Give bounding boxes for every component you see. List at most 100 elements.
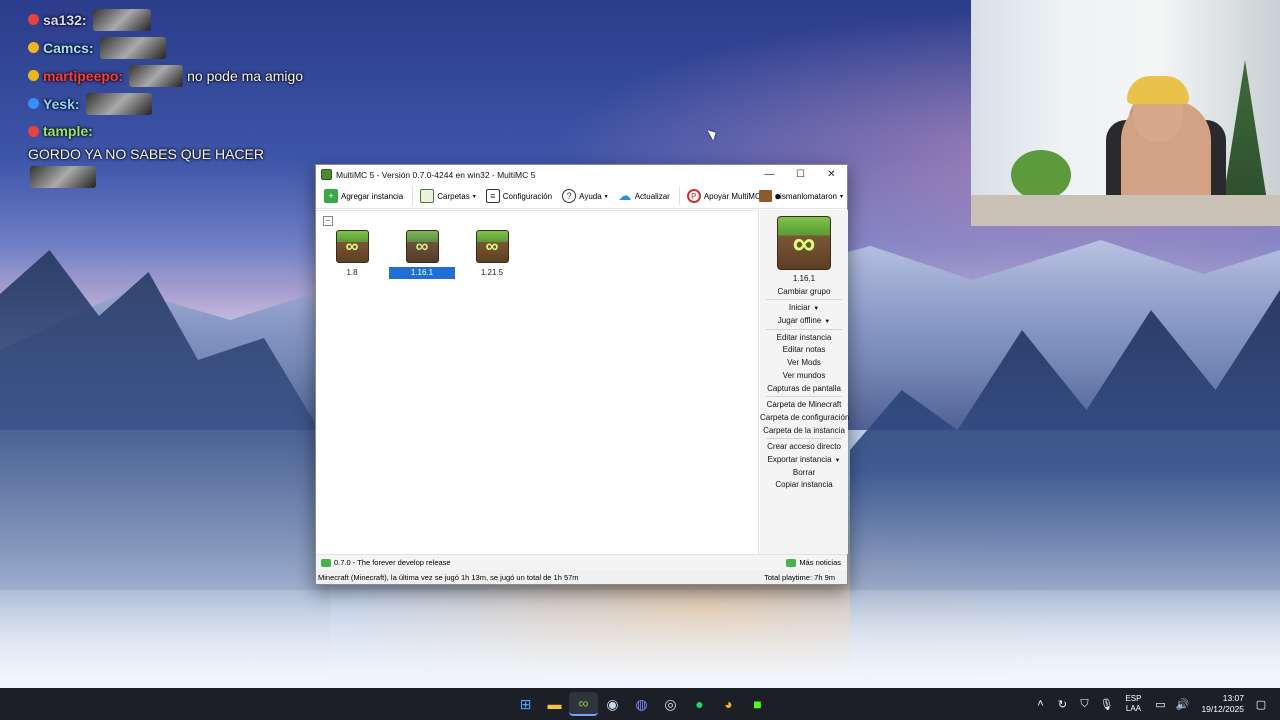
chat-badge-icon [28, 126, 39, 137]
screenshots-button[interactable]: Capturas de pantalla [760, 383, 848, 396]
help-icon: ? [562, 189, 577, 203]
chat-badge-icon [28, 98, 39, 109]
instance-item-selected[interactable]: ∞ 1.16.1 [389, 230, 455, 282]
language-code: ESP [1125, 694, 1142, 703]
instance-name: 1.8 [346, 268, 358, 277]
help-button[interactable]: ? Ayuda ▾ [558, 186, 612, 206]
maximize-button[interactable]: ☐ [785, 165, 816, 184]
taskbar-apps: ⊞ ▬ ∞ ◉ ◍ ◎ ● ◕ ■ [511, 692, 772, 716]
network-icon[interactable]: ▭ [1149, 698, 1171, 711]
defender-icon[interactable]: ⛉ [1073, 698, 1095, 711]
export-instance-button[interactable]: Exportar instancia ▼ [760, 454, 848, 467]
chat-message: Camcs: [28, 36, 328, 59]
group-collapse-toggle[interactable]: − [323, 216, 333, 226]
help-label: Ayuda [579, 191, 602, 201]
kick-icon[interactable]: ■ [743, 692, 772, 716]
notifications-icon[interactable]: ▢ [1250, 698, 1272, 711]
instance-icon[interactable]: ∞ [777, 216, 831, 270]
launch-label: Iniciar [788, 303, 811, 313]
chat-text: GORDO YA NO SABES QUE HACER [28, 146, 264, 162]
more-news-label: Más noticias [799, 558, 841, 567]
sync-icon[interactable]: ↻ [1051, 698, 1073, 711]
chat-username: tample: [43, 123, 93, 139]
launch-button[interactable]: Iniciar ▼ [760, 302, 848, 315]
view-worlds-button[interactable]: Ver mundos [760, 370, 848, 383]
main-toolbar: + Agregar instancia Carpetas ▾ ≡ Configu… [316, 184, 847, 209]
webcam-feed [971, 0, 1280, 226]
instance-list[interactable]: − ∞ 1.8 ∞ 1.16.1 ∞ 1.21.5 [316, 210, 759, 554]
microphone-icon[interactable]: 🎙 [1095, 698, 1117, 711]
emote-icon [85, 92, 152, 115]
minecraft-folder-button[interactable]: Carpeta de Minecraft [760, 399, 848, 412]
news-bar: 0.7.0 - The forever develop release Más … [316, 554, 847, 570]
add-instance-button[interactable]: + Agregar instancia [320, 186, 407, 206]
folder-icon [420, 189, 435, 203]
chat-badge-icon [28, 14, 39, 25]
multimc-window: MultiMC 5 - Versión 0.7.0-4244 en win32 … [315, 164, 849, 585]
add-instance-label: Agregar instancia [341, 191, 404, 201]
volume-icon[interactable]: 🔊 [1171, 698, 1193, 711]
chevron-down-icon: ▾ [604, 193, 608, 200]
instance-folder-button[interactable]: Carpeta de la instancia [760, 425, 848, 438]
support-button[interactable]: P Apoyar MultiMC [683, 186, 765, 206]
cloud-update-icon: ☁ [618, 188, 632, 203]
clock-time: 13:07 [1222, 693, 1244, 703]
instance-item[interactable]: ∞ 1.8 [319, 230, 385, 282]
infinity-icon: ∞ [405, 230, 439, 263]
language-indicator[interactable]: ESP LAA [1125, 694, 1141, 714]
multimc-app-icon [321, 169, 332, 180]
chrome-icon[interactable]: ◕ [714, 692, 743, 716]
more-news-button[interactable]: Más noticias [781, 558, 841, 567]
windows-start-icon[interactable]: ⊞ [511, 692, 540, 716]
toolbar-separator [412, 187, 414, 205]
update-button[interactable]: ☁ Actualizar [614, 186, 674, 206]
emote-icon [30, 166, 96, 188]
account-button[interactable]: nismanlomataron ▾ [758, 190, 843, 202]
desk [971, 195, 1280, 226]
divider [766, 438, 842, 440]
stream-chat: sa​132: Camcs: martipeepo: no pode ma am… [28, 8, 328, 193]
chevron-down-icon: ▾ [472, 193, 476, 200]
settings-button[interactable]: ≡ Configuración [482, 186, 556, 206]
folders-button[interactable]: Carpetas ▾ [416, 186, 479, 206]
instance-item[interactable]: ∞ 1.21.5 [459, 230, 525, 282]
system-tray: ˄ ↻ ⛉ 🎙 ESP LAA ▭ 🔊 13:07 19/12/2025 ▢ [1029, 688, 1272, 720]
title-bar[interactable]: MultiMC 5 - Versión 0.7.0-4244 en win32 … [316, 165, 847, 184]
chat-badge-icon [28, 42, 39, 53]
toolbar-separator [678, 187, 680, 205]
chevron-up-icon[interactable]: ˄ [1029, 698, 1051, 710]
create-shortcut-button[interactable]: Crear acceso directo [760, 441, 848, 454]
beanie-hat [1127, 76, 1189, 104]
delete-button[interactable]: Borrar [760, 467, 848, 480]
settings-label: Configuración [502, 191, 553, 201]
clock[interactable]: 13:07 19/12/2025 [1201, 693, 1244, 715]
chat-text: no pode ma amigo [187, 67, 304, 84]
chat-username: martipeepo: [43, 67, 124, 84]
patreon-icon: P [686, 189, 701, 203]
spotify-icon[interactable]: ● [685, 692, 714, 716]
file-explorer-icon[interactable]: ▬ [540, 692, 569, 716]
emote-icon [99, 36, 166, 59]
minimize-button[interactable]: — [754, 165, 785, 184]
wallpaper-snow [0, 590, 1280, 688]
chat-username: Camcs: [43, 39, 94, 56]
view-mods-button[interactable]: Ver Mods [760, 357, 848, 370]
copy-instance-button[interactable]: Copiar instancia [760, 479, 848, 492]
config-folder-button[interactable]: Carpeta de configuración [760, 412, 849, 425]
steam-icon[interactable]: ◉ [598, 692, 627, 716]
divider [766, 299, 842, 301]
folders-label: Carpetas [437, 191, 470, 201]
multimc-taskbar-icon[interactable]: ∞ [569, 692, 598, 716]
change-group-button[interactable]: Cambiar grupo [760, 286, 848, 299]
edit-instance-button[interactable]: Editar instancia [760, 332, 848, 345]
close-button[interactable]: ✕ [816, 165, 847, 184]
news-link[interactable]: 0.7.0 - The forever develop release [334, 558, 451, 567]
taskbar: ⊞ ▬ ∞ ◉ ◍ ◎ ● ◕ ■ ˄ ↻ ⛉ 🎙 ESP LAA ▭ 🔊 13… [0, 688, 1280, 720]
instance-name: 1.21.5 [480, 268, 504, 277]
obs-icon[interactable]: ◎ [656, 692, 685, 716]
total-playtime: Total playtime: 7h 9m [764, 572, 835, 582]
launch-offline-button[interactable]: Jugar offline ▼ [760, 315, 848, 328]
instance-sidebar: ∞ 1.16.1 Cambiar grupo Iniciar ▼ Jugar of… [760, 210, 849, 554]
discord-icon[interactable]: ◍ [627, 692, 656, 716]
edit-notes-button[interactable]: Editar notas [760, 344, 848, 357]
